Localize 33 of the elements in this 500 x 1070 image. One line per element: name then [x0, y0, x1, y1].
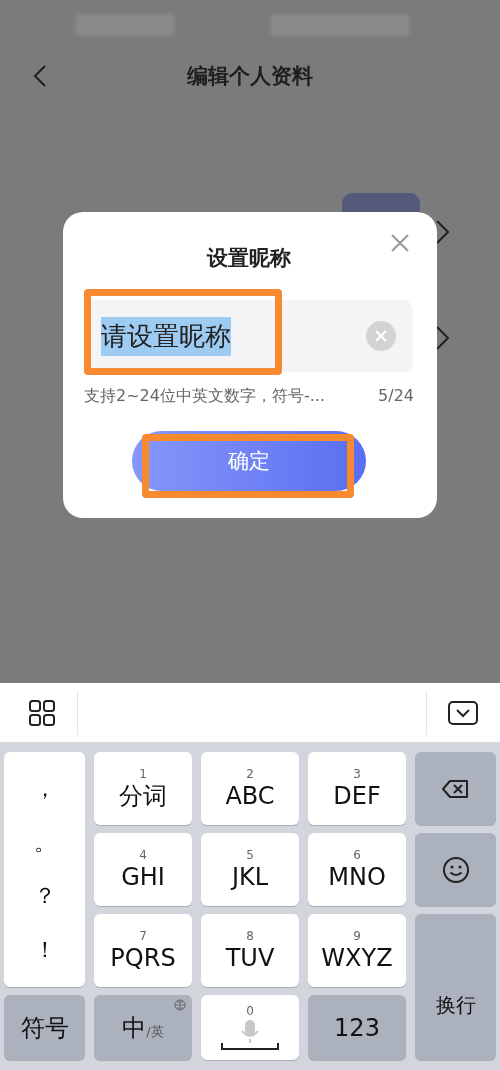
- punctuation-key[interactable]: ！: [33, 935, 56, 966]
- hint-text: 支持2~24位中英文数字，符号-...: [84, 386, 325, 407]
- keyboard-key[interactable]: 9 WXYZ: [308, 914, 406, 987]
- keyboard-key[interactable]: 3 DEF: [308, 752, 406, 825]
- dialog-title: 设置昵称: [207, 245, 291, 272]
- keyboard-key[interactable]: 123: [308, 995, 406, 1060]
- emoji-key[interactable]: [415, 833, 496, 906]
- grid-icon[interactable]: [29, 699, 55, 726]
- globe-icon: [174, 999, 186, 1011]
- punctuation-key[interactable]: ？: [33, 881, 56, 912]
- punctuation-key[interactable]: 。: [33, 827, 56, 858]
- enter-key[interactable]: 换行: [415, 914, 496, 1060]
- close-icon[interactable]: [390, 233, 410, 253]
- keyboard-key[interactable]: 1 分词: [94, 752, 192, 825]
- keyboard-key[interactable]: 4 GHI: [94, 833, 192, 906]
- character-count: 5/24: [378, 386, 414, 407]
- language-key[interactable]: 中/英: [94, 995, 192, 1060]
- chevron-right-icon: [434, 325, 452, 351]
- keyboard-key[interactable]: 6 MNO: [308, 833, 406, 906]
- keyboard-key[interactable]: 7 PQRS: [94, 914, 192, 987]
- backspace-key[interactable]: [415, 752, 496, 825]
- keyboard-key[interactable]: 2 ABC: [201, 752, 299, 825]
- keyboard-key[interactable]: 5 JKL: [201, 833, 299, 906]
- page-title: 编辑个人资料: [187, 64, 313, 88]
- hide-keyboard-icon[interactable]: [448, 700, 478, 725]
- keyboard-key[interactable]: 符号: [4, 995, 85, 1060]
- punctuation-key[interactable]: ，: [33, 773, 56, 804]
- smiley-icon: [440, 854, 471, 885]
- keyboard-key[interactable]: 8 TUV: [201, 914, 299, 987]
- chevron-right-icon: [434, 219, 452, 245]
- microphone-space-icon: [220, 1017, 280, 1052]
- nickname-value: 请设置昵称: [101, 316, 231, 356]
- space-key[interactable]: 0: [201, 995, 299, 1060]
